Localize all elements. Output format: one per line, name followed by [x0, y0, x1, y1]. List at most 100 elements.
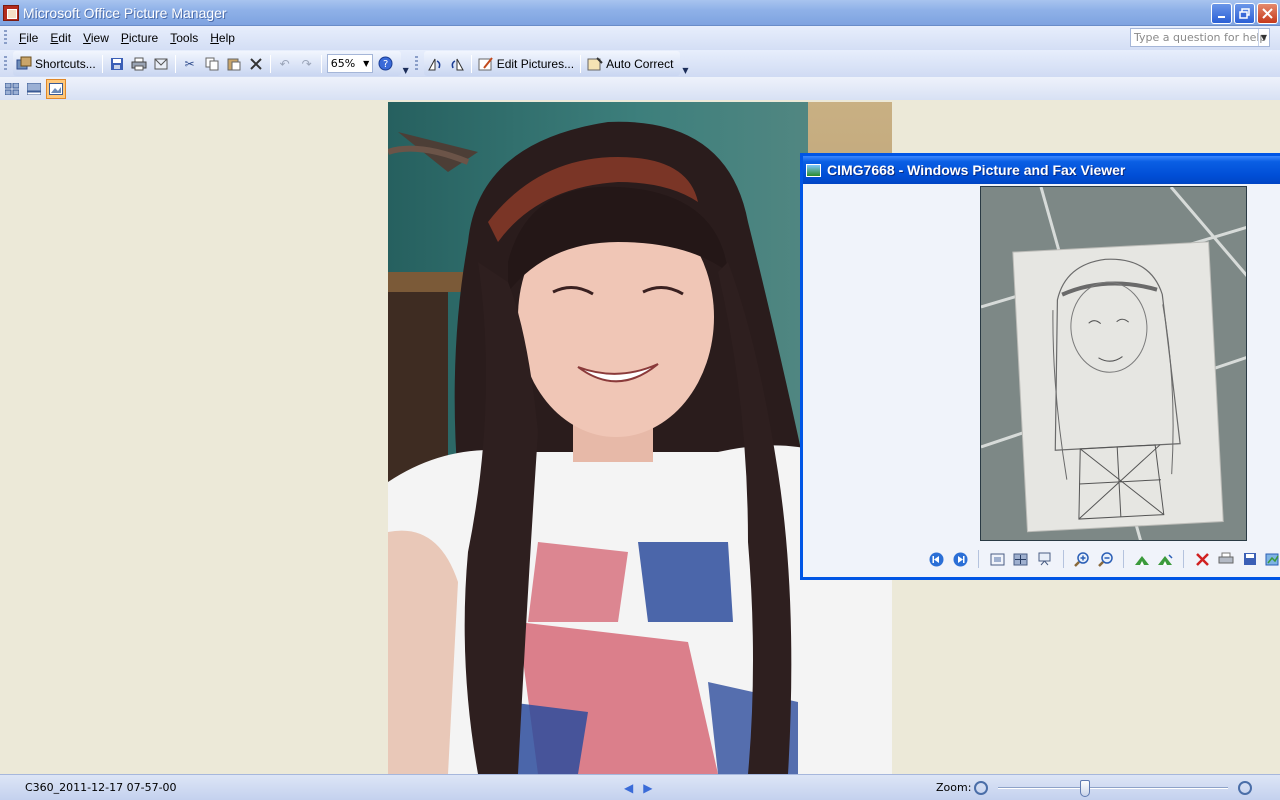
toolbar-separator	[101, 54, 103, 73]
toolbar-grip[interactable]	[414, 55, 418, 72]
zoom-in-icon[interactable]	[1238, 780, 1252, 795]
auto-correct-button[interactable]: Auto Correct	[584, 53, 676, 75]
print-icon	[131, 56, 147, 72]
next-image-icon	[953, 552, 968, 566]
fax-viewer-title-bar[interactable]: CIMG7668 - Windows Picture and Fax Viewe…	[803, 156, 1280, 184]
close-button[interactable]	[1257, 3, 1278, 24]
help-placeholder: Type a question for help	[1134, 31, 1267, 44]
restore-button[interactable]	[1234, 3, 1255, 24]
actual-size-button[interactable]	[1011, 549, 1031, 569]
menu-bar: File Edit View Picture Tools Help Type a…	[0, 26, 1280, 50]
zoom-value: 65%	[330, 57, 356, 70]
redo-icon: ↷	[301, 56, 312, 71]
previous-picture-icon[interactable]: ◀	[624, 781, 633, 795]
rotate-clockwise-button[interactable]	[1132, 549, 1152, 569]
zoom-out-button[interactable]	[1095, 549, 1115, 569]
rotate-counterclockwise-icon	[1158, 553, 1173, 565]
toolbar-options-icon[interactable]: ▼	[401, 53, 411, 75]
rotate-counterclockwise-button[interactable]	[1156, 549, 1176, 569]
help-dropdown-icon[interactable]: ▼	[1258, 29, 1269, 46]
help-search-input[interactable]: Type a question for help ▼	[1130, 28, 1270, 47]
zoom-dropdown-icon[interactable]: ▼	[361, 55, 372, 72]
sketch-photo[interactable]	[980, 186, 1247, 541]
fax-toolbar-separator	[1122, 550, 1124, 568]
fax-viewer-toolbar	[803, 546, 1280, 572]
menu-tools[interactable]: Tools	[164, 29, 204, 47]
toolbar-separator	[320, 54, 322, 73]
delete-button[interactable]	[245, 53, 267, 75]
copy-icon	[204, 56, 220, 72]
edit-image-button[interactable]	[1263, 549, 1280, 569]
delete-icon	[248, 56, 264, 72]
fax-toolbar-separator	[978, 550, 980, 568]
save-icon	[109, 56, 125, 72]
next-image-button[interactable]	[951, 549, 971, 569]
zoom-combo[interactable]: 65% ▼	[326, 54, 373, 73]
thumbnail-view-icon	[5, 82, 19, 95]
picture-navigation: ◀ ▶	[624, 781, 652, 795]
cut-icon: ✂	[184, 56, 195, 71]
fax-viewer-app-icon[interactable]	[806, 163, 821, 177]
email-icon	[153, 56, 169, 72]
fax-viewer-window[interactable]: CIMG7668 - Windows Picture and Fax Viewe…	[800, 153, 1280, 580]
menu-help[interactable]: Help	[204, 29, 241, 47]
paste-button[interactable]	[223, 53, 245, 75]
help-button[interactable]: ?	[375, 53, 397, 75]
shortcuts-button[interactable]: Shortcuts...	[13, 53, 99, 75]
fax-toolbar-separator	[1062, 550, 1064, 568]
menu-file[interactable]: File	[13, 29, 44, 47]
filmstrip-view-button[interactable]	[24, 79, 44, 99]
pencil-sketch-image	[981, 187, 1246, 540]
menu-edit[interactable]: Edit	[44, 29, 77, 47]
slideshow-button[interactable]	[1035, 549, 1055, 569]
svg-text:?: ?	[383, 59, 388, 70]
zoom-slider[interactable]	[998, 787, 1228, 789]
best-fit-button[interactable]	[987, 549, 1007, 569]
best-fit-icon	[990, 553, 1005, 565]
rotate-right-icon	[449, 56, 465, 72]
minimize-button[interactable]	[1211, 3, 1232, 24]
toolbar-separator	[470, 54, 472, 73]
slideshow-icon	[1038, 552, 1051, 566]
current-filename: C360_2011-12-17 07-57-00	[25, 781, 177, 794]
undo-button[interactable]: ↶	[274, 53, 296, 75]
toolbar-separator	[269, 54, 271, 73]
zoom-in-icon	[1073, 551, 1089, 567]
status-bar: C360_2011-12-17 07-57-00 ◀ ▶ Zoom:	[0, 774, 1280, 800]
fax-toolbar-separator	[1183, 550, 1185, 568]
shortcuts-label: Shortcuts...	[35, 56, 96, 71]
menu-picture[interactable]: Picture	[115, 29, 164, 47]
fax-viewer-title: CIMG7668 - Windows Picture and Fax Viewe…	[827, 162, 1126, 178]
cut-button[interactable]: ✂	[179, 53, 201, 75]
toolbar-options-icon[interactable]: ▼	[680, 53, 690, 75]
save-button[interactable]	[106, 53, 128, 75]
picture-manager-app-icon[interactable]	[3, 4, 19, 21]
redo-button[interactable]: ↷	[296, 53, 318, 75]
actual-size-icon	[1013, 553, 1028, 565]
edit-icon	[1265, 553, 1279, 566]
toolbar-separator	[580, 54, 582, 73]
menu-view[interactable]: View	[77, 29, 115, 47]
next-picture-icon[interactable]: ▶	[643, 781, 652, 795]
thumbnail-view-button[interactable]	[2, 79, 22, 99]
save-icon	[1243, 553, 1256, 565]
print-image-button[interactable]	[1216, 549, 1236, 569]
save-image-button[interactable]	[1240, 549, 1260, 569]
single-picture-view-button[interactable]	[46, 78, 66, 99]
zoom-out-icon[interactable]	[974, 780, 988, 795]
edit-pictures-button[interactable]: Edit Pictures...	[475, 53, 577, 75]
rotate-right-button[interactable]	[446, 53, 468, 75]
menu-grip[interactable]	[4, 30, 7, 46]
print-button[interactable]	[128, 53, 150, 75]
paste-icon	[226, 56, 242, 72]
rotate-left-button[interactable]	[424, 53, 446, 75]
main-title-bar[interactable]: Microsoft Office Picture Manager	[0, 0, 1280, 26]
previous-image-button[interactable]	[927, 549, 947, 569]
email-button[interactable]	[150, 53, 172, 75]
zoom-slider-thumb[interactable]	[1080, 780, 1091, 797]
copy-button[interactable]	[201, 53, 223, 75]
shortcuts-icon	[16, 56, 32, 72]
zoom-in-button[interactable]	[1071, 549, 1091, 569]
toolbar-grip[interactable]	[4, 55, 7, 72]
delete-image-button[interactable]	[1192, 549, 1212, 569]
